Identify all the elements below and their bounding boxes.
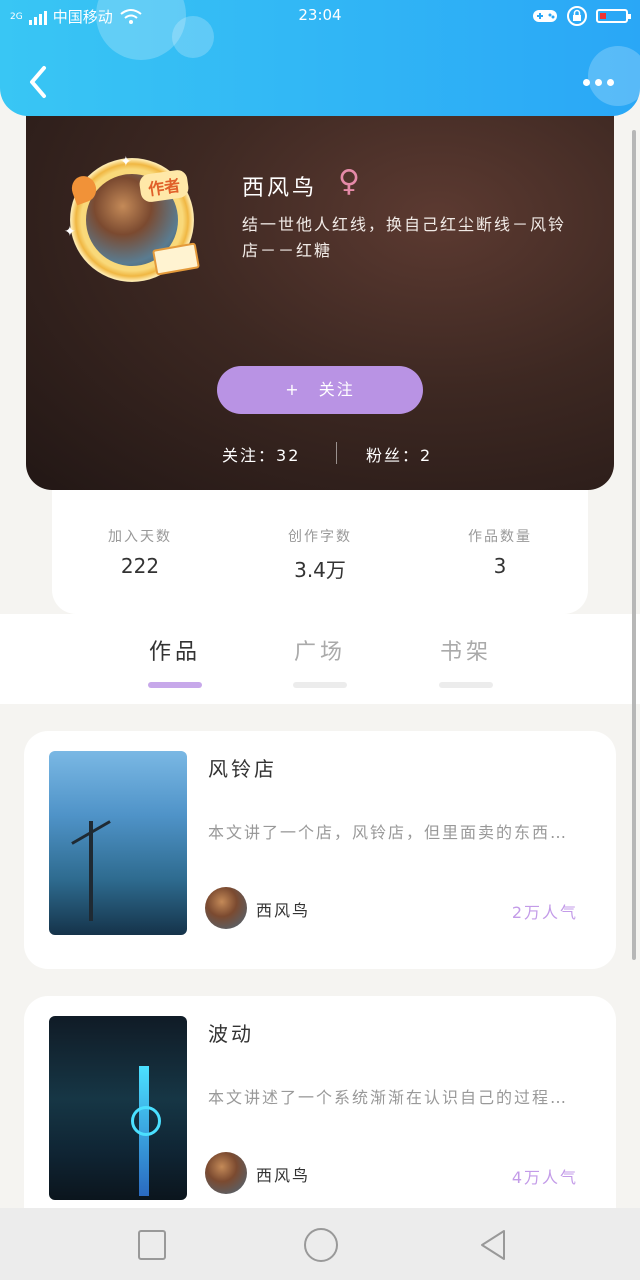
- home-button[interactable]: [304, 1228, 338, 1262]
- back-button[interactable]: [22, 62, 58, 102]
- gamepad-icon: [533, 10, 557, 22]
- tab-bookshelf[interactable]: 书架: [406, 634, 526, 688]
- stat-value: 3: [493, 554, 507, 578]
- more-button[interactable]: [578, 64, 618, 100]
- work-author: 西风鸟: [256, 1166, 311, 1185]
- profile-card: 作者 ✦ ✦ 西风鸟 ♀ 结一世他人红线，换自己红尘断线－风铃店－－红糖 + 关…: [26, 100, 614, 490]
- rotation-lock-icon: [567, 6, 587, 26]
- fans-count: 2: [420, 446, 433, 465]
- work-description: 本文讲了一个店，风铃店，但里面卖的东西……: [208, 823, 584, 842]
- follow-stats: 关注：32 粉丝：2: [26, 440, 614, 468]
- following-label: 关注：: [222, 446, 277, 465]
- work-popularity: 4万人气: [511, 1168, 578, 1187]
- top-bar: 2G 中国移动 23:04: [0, 0, 640, 116]
- stat-label: 作品数量: [468, 529, 532, 545]
- tab-indicator: [293, 682, 347, 688]
- tab-bar: 作品 广场 书架: [0, 614, 640, 704]
- recent-apps-button[interactable]: [138, 1230, 166, 1260]
- work-title: 风铃店: [208, 757, 277, 781]
- female-gender-icon: ♀: [338, 164, 360, 199]
- tab-indicator: [148, 682, 202, 688]
- tab-label: 作品: [148, 640, 201, 665]
- status-bar: 2G 中国移动 23:04: [0, 0, 640, 34]
- stat-word-count: 创作字数 3.4万: [240, 526, 400, 583]
- back-triangle-icon[interactable]: [478, 1228, 508, 1262]
- sparkle-icon: ✦: [120, 154, 132, 170]
- fans-stat[interactable]: 粉丝：2: [366, 442, 432, 466]
- work-cover-image: [49, 1016, 187, 1200]
- work-cover-image: [49, 751, 187, 935]
- divider: [336, 442, 337, 464]
- stat-label: 加入天数: [108, 529, 172, 545]
- stat-work-count: 作品数量 3: [420, 526, 580, 578]
- avatar[interactable]: 作者 ✦ ✦: [64, 154, 200, 282]
- follow-button[interactable]: + 关注: [217, 366, 423, 414]
- chevron-left-icon: [30, 66, 46, 98]
- stat-value: 3.4万: [294, 558, 346, 582]
- tab-indicator: [439, 682, 493, 688]
- profile-bio: 结一世他人红线，换自己红尘断线－风铃店－－红糖: [242, 215, 567, 260]
- tab-square[interactable]: 广场: [260, 634, 380, 688]
- following-count: 32: [276, 446, 301, 465]
- tab-works[interactable]: 作品: [115, 634, 235, 688]
- work-author: 西风鸟: [256, 901, 311, 920]
- battery-icon: [596, 9, 631, 23]
- stat-value: 222: [120, 554, 160, 578]
- sparkle-icon: ✦: [64, 224, 76, 240]
- system-nav-bar: [0, 1208, 640, 1280]
- tab-label: 广场: [293, 640, 346, 665]
- stat-label: 创作字数: [288, 529, 352, 545]
- work-title: 波动: [208, 1022, 254, 1046]
- status-right: [532, 5, 631, 27]
- work-description: 本文讲述了一个系统渐渐在认识自己的过程……: [208, 1088, 584, 1107]
- work-card[interactable]: 波动 本文讲述了一个系统渐渐在认识自己的过程…… 西风鸟 4万人气: [24, 996, 616, 1234]
- stats-card: 加入天数 222 创作字数 3.4万 作品数量 3: [52, 476, 588, 614]
- author-avatar: [205, 1152, 247, 1194]
- work-card[interactable]: 风铃店 本文讲了一个店，风铃店，但里面卖的东西…… 西风鸟 2万人气: [24, 731, 616, 969]
- fans-label: 粉丝：: [366, 446, 421, 465]
- profile-name: 西风鸟: [242, 176, 318, 201]
- more-dots-icon: [582, 78, 590, 86]
- scrollbar[interactable]: [632, 130, 636, 960]
- author-avatar: [205, 887, 247, 929]
- following-stat[interactable]: 关注：32: [222, 442, 300, 466]
- stat-join-days: 加入天数 222: [60, 526, 220, 578]
- tab-label: 书架: [439, 640, 492, 665]
- work-popularity: 2万人气: [511, 903, 578, 922]
